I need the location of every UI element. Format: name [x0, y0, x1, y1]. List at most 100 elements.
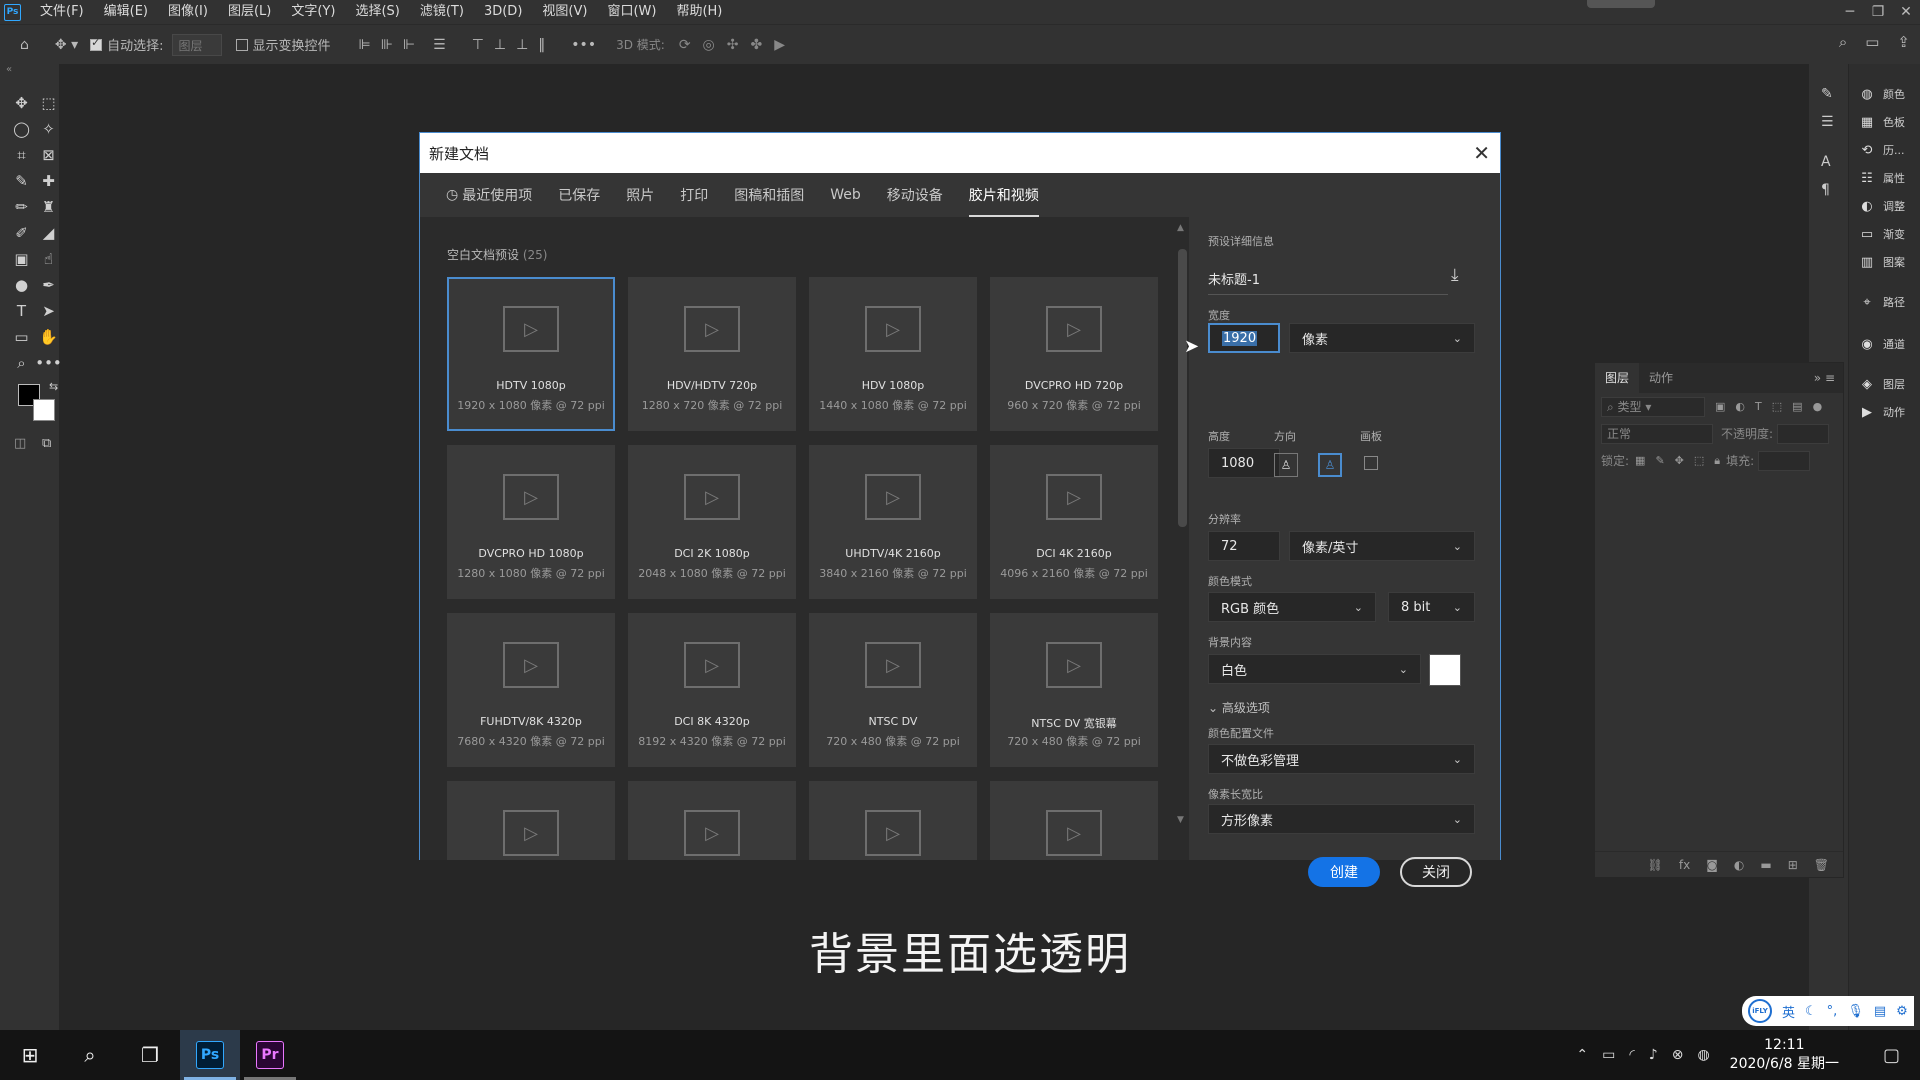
tab-recent[interactable]: ◷ 最近使用项 [446, 173, 532, 217]
battery-icon[interactable]: ▭ [1602, 1047, 1615, 1063]
search-icon[interactable]: ⌕ [1839, 33, 1847, 51]
close-circle-icon[interactable]: ⊗ [1672, 1047, 1684, 1063]
mask-icon[interactable]: ◙ [1706, 858, 1718, 872]
preset-card[interactable]: ▷ [990, 781, 1158, 860]
filter-toggle-icon[interactable]: ● [1813, 400, 1823, 413]
panel-adjustments[interactable]: ◐ 调整 [1857, 198, 1905, 214]
panel-swatches[interactable]: ▦ 色板 [1857, 114, 1905, 130]
healing-brush-icon[interactable]: ✚ [35, 168, 62, 194]
punctuation-icon[interactable]: °, [1827, 1004, 1838, 1019]
swap-colors-icon[interactable]: ⇆ [49, 380, 58, 393]
menu-filter[interactable]: 滤镜(T) [410, 0, 474, 24]
create-button[interactable]: 创建 [1308, 857, 1380, 887]
preset-card[interactable]: ▷ HDTV 1080p 1920 x 1080 像素 @ 72 ppi [447, 277, 615, 431]
notification-icon[interactable]: ▢ [1883, 1045, 1900, 1066]
new-layer-icon[interactable]: ⊞ [1788, 858, 1798, 872]
screen-mode-icon[interactable]: ⧉ [42, 436, 51, 451]
quick-mask-icon[interactable]: ◫ [14, 436, 26, 451]
system-clock[interactable]: 12:11 2020/6/8 星期一 [1730, 1036, 1839, 1074]
ime-lang-toggle[interactable]: 英 [1782, 1002, 1795, 1021]
tab-print[interactable]: 打印 [680, 173, 708, 217]
preset-card[interactable]: ▷ NTSC DV 宽银幕 720 x 480 像素 @ 72 ppi [990, 613, 1158, 767]
tab-mobile[interactable]: 移动设备 [887, 173, 943, 217]
height-input[interactable]: 1080 [1208, 448, 1280, 478]
portrait-orientation-icon[interactable]: ♙ [1274, 453, 1298, 477]
preset-card[interactable]: ▷ [447, 781, 615, 860]
align-top-icon[interactable]: ⊤ [472, 37, 484, 53]
panel-color[interactable]: ◍ 颜色 [1857, 86, 1905, 102]
scroll-down-icon[interactable]: ▼ [1177, 815, 1184, 825]
windows-start-icon[interactable]: ⊞ [0, 1030, 60, 1080]
color-mode-select[interactable]: RGB 颜色 ⌄ [1208, 592, 1376, 622]
preset-card[interactable]: ▷ FUHDTV/8K 4320p 7680 x 4320 像素 @ 72 ppi [447, 613, 615, 767]
smudge-tool-icon[interactable]: ☝ [35, 246, 62, 272]
taskbar-premiere[interactable]: Pr [240, 1030, 300, 1080]
fx-icon[interactable]: fx [1679, 858, 1690, 872]
frame-tool-icon[interactable]: ⊠ [35, 142, 62, 168]
magic-wand-icon[interactable]: ✧ [35, 116, 62, 142]
delete-layer-icon[interactable]: 🗑︎ [1814, 858, 1829, 872]
document-name-field[interactable]: 未标题-1 [1208, 269, 1448, 295]
eraser-icon[interactable]: ◢ [35, 220, 62, 246]
restore-button[interactable]: ❐ [1864, 4, 1892, 20]
tab-actions[interactable]: 动作 [1639, 363, 1683, 393]
eyedropper-icon[interactable]: ✎ [8, 168, 35, 194]
zoom-tool-icon[interactable]: ⌕ [8, 350, 35, 376]
preset-card[interactable]: ▷ HDV 1080p 1440 x 1080 像素 @ 72 ppi [809, 277, 977, 431]
align-right-icon[interactable]: ⊩ [403, 37, 415, 53]
align-buttons[interactable]: ⊫ ⊪ ⊩ ☰ ⊤ ⊥ ⊥ ‖ [359, 37, 546, 53]
brush-settings-icon[interactable]: ✎ [1821, 86, 1833, 102]
dialog-close-icon[interactable]: ✕ [1473, 141, 1490, 165]
show-transform-checkbox[interactable]: 显示变换控件 [235, 35, 331, 54]
lasso-tool-icon[interactable]: ◯ [8, 116, 35, 142]
menu-type[interactable]: 文字(Y) [281, 0, 345, 24]
group-icon[interactable]: ▬ [1760, 858, 1771, 872]
rectangle-tool-icon[interactable]: ▭ [8, 324, 35, 350]
opacity-field[interactable] [1777, 423, 1830, 444]
align-left-icon[interactable]: ⊫ [359, 37, 371, 53]
hand-tool-icon[interactable]: ✋ [35, 324, 62, 350]
panel-paths[interactable]: ⌖ 路径 [1857, 294, 1905, 310]
tab-film-video[interactable]: 胶片和视频 [968, 173, 1039, 217]
menu-edit[interactable]: 编辑(E) [94, 0, 158, 24]
home-icon[interactable]: ⌂ [20, 37, 29, 53]
brush-tool-icon[interactable]: ✏ [8, 194, 35, 220]
history-brush-icon[interactable]: ✐ [8, 220, 35, 246]
align-middle-icon[interactable]: ⊥ [494, 37, 506, 53]
moon-icon[interactable]: ☾ [1805, 1004, 1817, 1019]
menu-help[interactable]: 帮助(H) [666, 0, 732, 24]
minimize-button[interactable]: ─ [1836, 4, 1864, 20]
lock-pixels-icon[interactable]: ✎ [1655, 454, 1664, 467]
panel-menu-icon[interactable]: » ≡ [1814, 371, 1835, 385]
move-tool-icon[interactable]: ✥ [8, 90, 35, 116]
lock-position-icon[interactable]: ✥ [1675, 454, 1684, 467]
resolution-input[interactable]: 72 [1208, 531, 1280, 561]
lock-artboard-icon[interactable]: ⬚ [1694, 454, 1704, 467]
preset-card[interactable]: ▷ NTSC DV 720 x 480 像素 @ 72 ppi [809, 613, 977, 767]
3d-mode-tools[interactable]: ⟳ ◎ ✣ ✤ ▶ [679, 37, 785, 53]
path-select-icon[interactable]: ➤ [35, 298, 62, 324]
tab-web[interactable]: Web [830, 173, 861, 217]
preset-card[interactable]: ▷ [628, 781, 796, 860]
adjust-settings-icon[interactable]: ☰ [1821, 114, 1834, 130]
preset-card[interactable]: ▷ DVCPRO HD 1080p 1280 x 1080 像素 @ 72 ppi [447, 445, 615, 599]
taskbar-photoshop[interactable]: Ps [180, 1030, 240, 1080]
link-layers-icon[interactable]: ⛓ [1648, 858, 1663, 872]
app-tray-icon[interactable]: ◍ [1697, 1047, 1709, 1063]
close-window-button[interactable]: ✕ [1892, 4, 1920, 20]
tab-art-illustration[interactable]: 图稿和插图 [734, 173, 804, 217]
background-color-swatch[interactable] [1429, 654, 1461, 686]
auto-select-checkbox[interactable]: 自动选择: [90, 35, 164, 54]
tab-layers[interactable]: 图层 [1595, 363, 1640, 393]
preset-card[interactable]: ▷ UHDTV/4K 2160p 3840 x 2160 像素 @ 72 ppi [809, 445, 977, 599]
paragraph-icon[interactable]: ¶ [1821, 182, 1830, 198]
width-input[interactable]: 1920 [1208, 323, 1280, 353]
collapse-icon[interactable]: « [6, 64, 12, 75]
microphone-icon[interactable]: 🎙︎ [1847, 1004, 1864, 1019]
save-preset-icon[interactable]: ⤓ [1451, 265, 1459, 285]
presets-scrollbar[interactable] [1178, 249, 1187, 527]
crop-tool-icon[interactable]: ⌗ [8, 142, 35, 168]
scroll-up-icon[interactable]: ▲ [1177, 223, 1184, 233]
keyboard-icon[interactable]: ▤ [1874, 1004, 1886, 1019]
pixel-aspect-select[interactable]: 方形像素 ⌄ [1208, 804, 1475, 834]
